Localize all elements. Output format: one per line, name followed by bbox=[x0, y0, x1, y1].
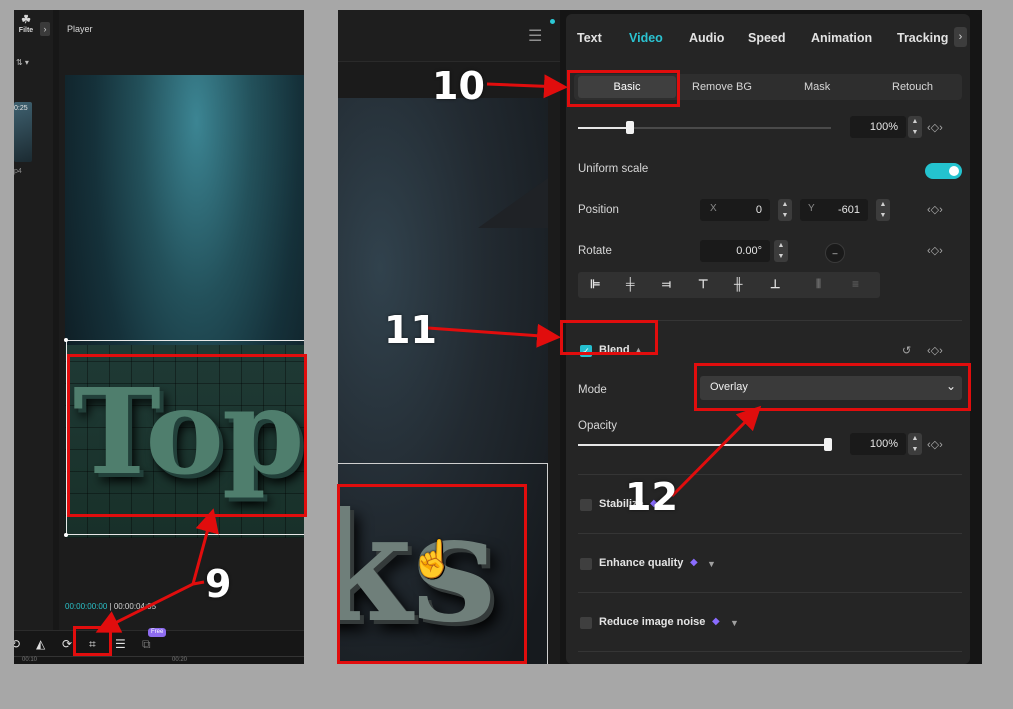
thumbnail-filename: p4 bbox=[14, 168, 22, 175]
rotate-icon[interactable]: ⟳ bbox=[62, 637, 72, 651]
annotation-box-basic bbox=[567, 70, 680, 107]
scale-slider-fill bbox=[578, 127, 630, 129]
keyframe-icon[interactable]: ‹◇› bbox=[927, 121, 943, 134]
reduce-noise-label: Reduce image noise bbox=[599, 616, 706, 628]
filters-tab-label: Filte bbox=[18, 27, 34, 34]
keyframe-icon[interactable]: ‹◇› bbox=[927, 438, 943, 451]
rotate-value-input[interactable]: 0.00° bbox=[700, 240, 770, 262]
align-center-v-icon[interactable]: ╫ bbox=[734, 277, 743, 291]
align-center-h-icon[interactable]: ╪ bbox=[626, 277, 635, 291]
filters-tab[interactable]: ☘ Filte bbox=[14, 14, 38, 44]
scale-slider-handle[interactable] bbox=[626, 121, 634, 134]
uniform-scale-toggle[interactable] bbox=[925, 163, 962, 179]
scale-value-input[interactable]: 100% bbox=[850, 116, 906, 138]
distribute-h-icon[interactable]: ⫴ bbox=[816, 277, 821, 292]
player-panel: Player Topi bbox=[59, 10, 304, 630]
align-right-icon[interactable]: ⫤ bbox=[662, 277, 671, 292]
section-divider bbox=[578, 651, 962, 652]
annotation-number-11: 11 bbox=[384, 308, 437, 352]
subtitle-icon[interactable]: ☰ bbox=[115, 637, 126, 651]
opacity-slider-handle[interactable] bbox=[824, 438, 832, 451]
annotation-number-12: 12 bbox=[625, 475, 678, 519]
annotation-number-9: 9 bbox=[205, 562, 232, 606]
ruler-mark: 00:20 bbox=[172, 657, 188, 663]
uniform-scale-label: Uniform scale bbox=[578, 163, 649, 175]
y-label: Y bbox=[808, 203, 815, 214]
align-top-icon[interactable]: ⊤ bbox=[698, 277, 708, 291]
align-toolbar: ⊫ ╪ ⫤ ⊤ ╫ ⊥ ⫴ ≡ bbox=[578, 272, 880, 298]
section-divider bbox=[578, 533, 962, 534]
media-sidebar: ☘ Filte › ⇅ ▾ 0:25 p4 bbox=[14, 10, 53, 630]
tab-video[interactable]: Video bbox=[629, 31, 663, 45]
player-timecode: 00:00:00:00 | 00:00:04:05 bbox=[65, 602, 156, 611]
notification-dot bbox=[550, 19, 555, 24]
annotation-box-crop bbox=[73, 626, 112, 656]
position-x-stepper[interactable]: ▲ ▼ bbox=[778, 199, 792, 221]
annotation-box-video-text bbox=[67, 354, 307, 517]
keyframe-icon[interactable]: ‹◇› bbox=[927, 344, 943, 357]
chevron-down-icon[interactable]: ▼ bbox=[707, 559, 716, 569]
auto-reframe-icon[interactable]: ⧉ bbox=[142, 637, 151, 652]
annotation-number-10: 10 bbox=[432, 64, 485, 108]
stabilize-checkbox[interactable] bbox=[580, 499, 592, 511]
opacity-slider-fill bbox=[578, 444, 828, 446]
subtab-mask[interactable]: Mask bbox=[804, 81, 830, 93]
timeline-ruler: 00:10 00:20 bbox=[14, 656, 304, 664]
opacity-value-input[interactable]: 100% bbox=[850, 433, 906, 455]
tab-tracking[interactable]: Tracking bbox=[897, 31, 948, 45]
current-time: 00:00:00:00 bbox=[65, 602, 108, 611]
property-tabs: Text Video Audio Speed Animation Trackin… bbox=[566, 14, 970, 54]
tab-speed[interactable]: Speed bbox=[748, 31, 786, 45]
total-duration: 00:00:04:05 bbox=[113, 602, 157, 611]
reverse-icon[interactable]: ⟲ bbox=[14, 637, 20, 651]
filters-icon: ☘ bbox=[21, 14, 31, 26]
player-title: Player bbox=[67, 24, 93, 34]
annotation-box-preview-text bbox=[337, 484, 527, 664]
ruler-mark: 00:10 bbox=[22, 657, 38, 663]
rotate-dial[interactable]: – bbox=[825, 243, 845, 263]
tab-audio[interactable]: Audio bbox=[689, 31, 724, 45]
align-bottom-icon[interactable]: ⊥ bbox=[770, 277, 780, 291]
rotate-stepper[interactable]: ▲ ▼ bbox=[774, 240, 788, 262]
sort-icon[interactable]: ⇅ ▾ bbox=[16, 58, 29, 67]
reset-icon[interactable]: ↺ bbox=[902, 344, 911, 357]
enhance-quality-checkbox[interactable] bbox=[580, 558, 592, 570]
left-screenshot: ☘ Filte › ⇅ ▾ 0:25 p4 Player Topi 00:00:… bbox=[14, 10, 304, 664]
background-shape bbox=[478, 178, 548, 228]
premium-gem-icon: ◆ bbox=[690, 557, 698, 568]
subtab-remove-bg[interactable]: Remove BG bbox=[692, 81, 752, 93]
selection-handle[interactable] bbox=[64, 338, 68, 342]
align-left-icon[interactable]: ⊫ bbox=[590, 277, 600, 291]
section-divider bbox=[578, 592, 962, 593]
scale-stepper[interactable]: ▲ ▼ bbox=[908, 116, 922, 138]
keyframe-icon[interactable]: ‹◇› bbox=[927, 203, 943, 216]
position-label: Position bbox=[578, 204, 619, 216]
preview-header: ☰ bbox=[338, 10, 560, 62]
opacity-stepper[interactable]: ▲ ▼ bbox=[908, 433, 922, 455]
free-badge: Free bbox=[148, 628, 167, 637]
tabs-more-chevron-icon[interactable]: › bbox=[954, 27, 967, 47]
tab-animation[interactable]: Animation bbox=[811, 31, 872, 45]
premium-gem-icon: ◆ bbox=[712, 616, 720, 627]
position-y-stepper[interactable]: ▲ ▼ bbox=[876, 199, 890, 221]
tab-text[interactable]: Text bbox=[577, 31, 602, 45]
annotation-box-mode bbox=[694, 363, 971, 411]
mode-label: Mode bbox=[578, 384, 607, 396]
rotate-label: Rotate bbox=[578, 245, 612, 257]
opacity-label: Opacity bbox=[578, 420, 617, 432]
thumbnail-duration: 0:25 bbox=[14, 105, 28, 112]
menu-icon[interactable]: ☰ bbox=[528, 26, 542, 46]
sidebar-more-chevron-icon[interactable]: › bbox=[40, 22, 50, 36]
keyframe-icon[interactable]: ‹◇› bbox=[927, 244, 943, 257]
selection-handle[interactable] bbox=[64, 533, 68, 537]
reduce-noise-checkbox[interactable] bbox=[580, 617, 592, 629]
subtab-retouch[interactable]: Retouch bbox=[892, 81, 933, 93]
annotation-box-blend bbox=[560, 320, 658, 355]
x-label: X bbox=[710, 203, 717, 214]
chevron-down-icon[interactable]: ▼ bbox=[730, 618, 739, 628]
time-separator: | bbox=[109, 602, 112, 611]
mirror-icon[interactable]: ◭ bbox=[36, 637, 45, 651]
distribute-v-icon[interactable]: ≡ bbox=[852, 277, 859, 291]
enhance-quality-label: Enhance quality bbox=[599, 557, 684, 569]
